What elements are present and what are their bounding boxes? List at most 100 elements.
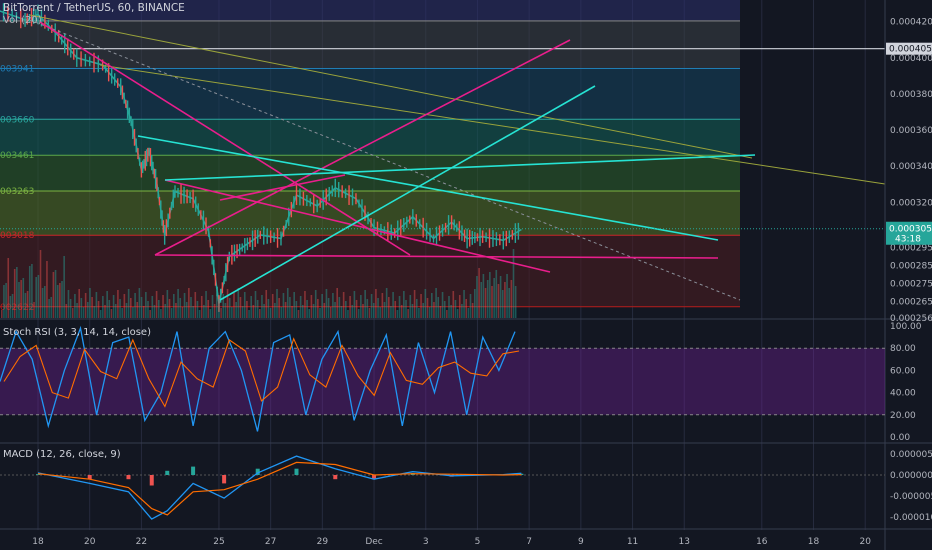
volume-bar bbox=[372, 303, 375, 318]
fib-zone bbox=[0, 119, 740, 156]
volume-bar bbox=[340, 306, 343, 318]
stoch-rsi-label: Stoch RSI (3, 3, 14, 14, close) bbox=[3, 327, 151, 338]
volume-bar bbox=[426, 298, 429, 318]
volume-bar bbox=[280, 307, 283, 318]
volume-bar bbox=[482, 274, 485, 318]
volume-bar bbox=[108, 300, 111, 318]
volume-bar bbox=[259, 309, 261, 318]
volume-bar bbox=[345, 301, 347, 318]
volume-bar bbox=[35, 277, 37, 318]
time-tick-label: 27 bbox=[265, 537, 276, 547]
volume-bar bbox=[347, 310, 349, 318]
macd-histogram-bar bbox=[191, 466, 196, 475]
volume-bar bbox=[400, 305, 403, 318]
volume-bar bbox=[349, 296, 351, 318]
volume-bar bbox=[157, 300, 160, 318]
volume-bar bbox=[364, 290, 366, 318]
volume-bar bbox=[7, 258, 10, 318]
volume-bar bbox=[413, 290, 416, 318]
volume-bar bbox=[321, 294, 323, 318]
volume-bar bbox=[329, 307, 332, 318]
volume-bar bbox=[476, 276, 478, 318]
time-tick-label: 20 bbox=[859, 537, 871, 547]
price-tick-label: 0.0003800 bbox=[890, 90, 932, 100]
volume-bar bbox=[338, 297, 341, 318]
macd-histogram-bar bbox=[165, 470, 170, 475]
price-tick-label: 0.0004200 bbox=[890, 18, 932, 28]
volume-bar bbox=[293, 292, 295, 318]
volume-bar bbox=[405, 300, 407, 318]
volume-bar bbox=[411, 304, 414, 318]
volume-bar bbox=[205, 291, 207, 318]
volume-bar bbox=[269, 308, 272, 318]
volume-bar bbox=[123, 294, 126, 318]
time-tick-label: 25 bbox=[213, 537, 224, 547]
macd-histogram-bar bbox=[222, 475, 227, 484]
stoch-tick-label: 80.00 bbox=[890, 344, 916, 354]
volume-bar bbox=[125, 303, 128, 318]
volume-bar bbox=[415, 299, 418, 318]
volume-bar bbox=[302, 305, 304, 318]
volume-bar bbox=[497, 284, 500, 318]
volume-bar bbox=[261, 295, 263, 318]
fib-level-label: 003018 bbox=[0, 231, 35, 241]
fib-level-label: 003263 bbox=[0, 187, 34, 197]
volume-bar bbox=[69, 299, 72, 318]
volume-bar bbox=[24, 293, 27, 318]
volume-bar bbox=[5, 283, 7, 318]
volume-bar bbox=[175, 303, 177, 318]
volume-bar bbox=[295, 301, 298, 318]
volume-bar bbox=[362, 304, 364, 318]
volume-bar bbox=[166, 290, 169, 318]
volume-bar bbox=[46, 261, 48, 318]
time-tick-label: 22 bbox=[136, 537, 147, 547]
volume-bar bbox=[114, 304, 117, 318]
volume-bar bbox=[379, 307, 381, 318]
volume-bar bbox=[147, 301, 149, 318]
volume-bar bbox=[213, 304, 216, 318]
time-tick-label: 13 bbox=[679, 537, 690, 547]
volume-bar bbox=[396, 310, 399, 318]
volume-bar bbox=[97, 301, 100, 318]
time-tick-label: 11 bbox=[627, 537, 638, 547]
volume-bar bbox=[456, 309, 459, 318]
volume-bar bbox=[424, 289, 427, 318]
volume-bar bbox=[299, 296, 302, 318]
volume-bar bbox=[357, 309, 360, 318]
volume-bar bbox=[76, 303, 78, 318]
volume-bar bbox=[381, 293, 384, 318]
volume-bar bbox=[142, 306, 145, 318]
volume-bar bbox=[312, 304, 315, 318]
volume-bar bbox=[360, 295, 362, 318]
volume-bar bbox=[308, 309, 311, 318]
volume-bar bbox=[224, 303, 227, 318]
volume-bar bbox=[138, 288, 141, 318]
volume-bar bbox=[74, 294, 76, 318]
volume-bar bbox=[54, 270, 57, 318]
macd-histogram-bar bbox=[126, 475, 131, 480]
volume-bar bbox=[89, 288, 91, 318]
volume-bar bbox=[84, 293, 87, 318]
volume-bar bbox=[52, 272, 55, 318]
volume-bar bbox=[136, 302, 139, 318]
countdown-text: 43:18 bbox=[895, 235, 921, 245]
volume-bar bbox=[48, 299, 50, 318]
volume-bar bbox=[235, 302, 237, 318]
price-tick-label: 0.0003200 bbox=[890, 198, 932, 208]
volume-bar bbox=[274, 303, 276, 318]
volume-bar bbox=[336, 288, 338, 318]
volume-bar bbox=[226, 289, 229, 318]
chart-canvas[interactable]: 0039410036600034610032630030180026220.00… bbox=[0, 0, 932, 550]
volume-bar bbox=[196, 301, 199, 318]
volume-bar bbox=[407, 309, 409, 318]
volume-bar bbox=[342, 292, 345, 318]
volume-bar bbox=[216, 290, 218, 318]
volume-bar bbox=[95, 292, 98, 318]
volume-bar bbox=[127, 289, 130, 318]
volume-bar bbox=[39, 250, 42, 318]
volume-bar bbox=[304, 291, 306, 318]
volume-bar bbox=[501, 290, 504, 318]
volume-bar bbox=[173, 294, 175, 318]
time-tick-label: 9 bbox=[578, 537, 584, 547]
volume-bar bbox=[119, 299, 121, 318]
